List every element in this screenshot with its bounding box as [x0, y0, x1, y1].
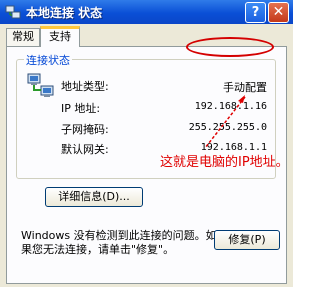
ip-annotation-text: 这就是电脑的IP地址。	[160, 155, 289, 170]
status-dialog: 本地连接 状态 ? ✕ 常规 支持 连接状态 地址类型: 手动配置 IP 地址:…	[0, 0, 293, 287]
details-button[interactable]: 详细信息(D)...	[45, 187, 143, 207]
ip-highlight-ellipse	[186, 37, 274, 57]
default-gateway-label: 默认网关:	[61, 143, 109, 156]
tab-general[interactable]: 常规	[6, 28, 40, 46]
address-type-value: 手动配置	[223, 81, 267, 94]
repair-button[interactable]: 修复(P)	[214, 230, 280, 250]
address-type-label: 地址类型:	[61, 80, 109, 93]
tab-support[interactable]: 支持	[40, 26, 80, 47]
network-connection-icon	[5, 5, 21, 19]
close-button[interactable]: ✕	[268, 2, 289, 23]
group-title: 连接状态	[24, 52, 72, 68]
ip-address-label: IP 地址:	[61, 102, 101, 115]
help-button[interactable]: ?	[245, 2, 266, 23]
status-message: Windows 没有检测到此连接的问题。如果您无法连接，请单击"修复"。	[21, 229, 217, 256]
title-bar[interactable]: 本地连接 状态 ? ✕	[0, 0, 293, 24]
subnet-mask-value: 255.255.255.0	[188, 122, 267, 133]
subnet-mask-label: 子网掩码:	[61, 123, 109, 136]
window-title: 本地连接 状态	[26, 6, 103, 20]
ip-address-value: 192.168.1.16	[194, 101, 267, 112]
network-computers-icon	[27, 73, 54, 97]
